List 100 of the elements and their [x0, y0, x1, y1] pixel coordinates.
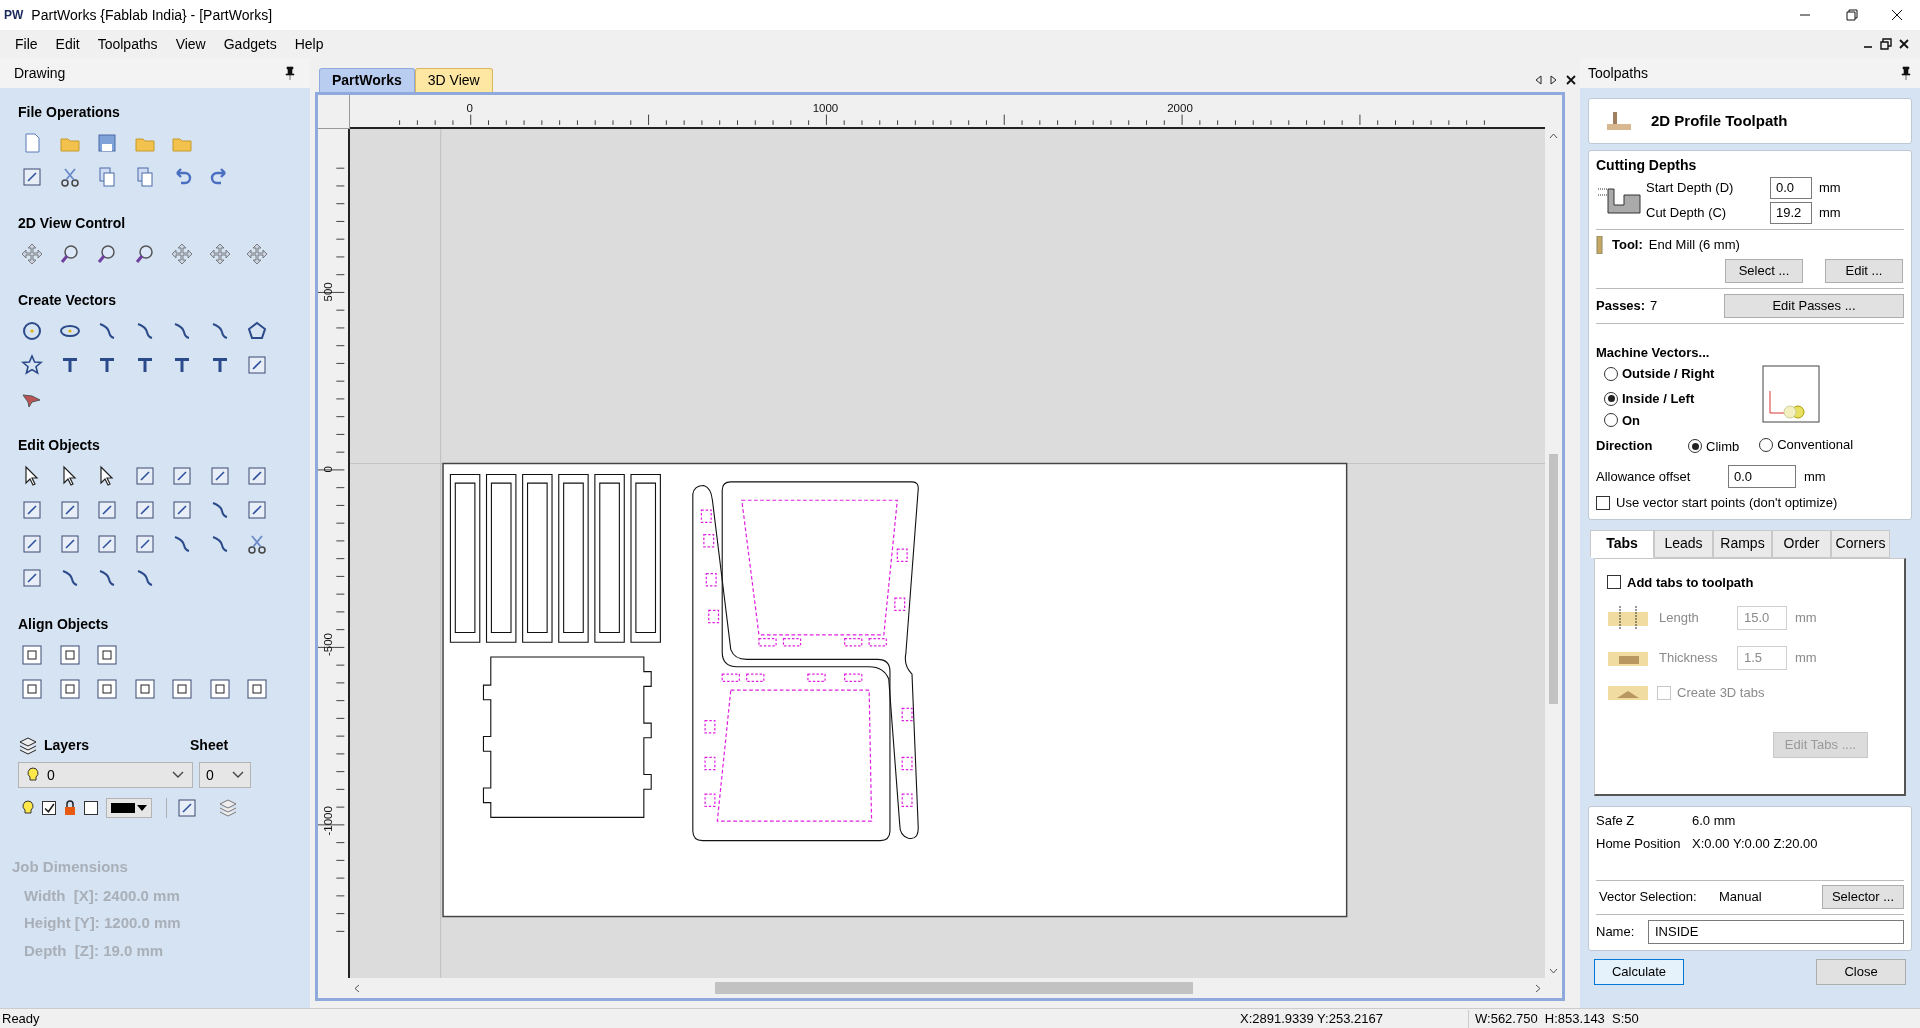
ruler-label: -500	[321, 633, 334, 656]
color-picker[interactable]	[106, 798, 152, 818]
radio-option[interactable]: Outside / Right	[1604, 364, 1715, 384]
scroll-right-icon[interactable]	[1535, 983, 1541, 993]
lock-icon[interactable]	[64, 800, 76, 816]
align-horizontal-icon[interactable]	[57, 643, 82, 667]
align-center-icon[interactable]	[20, 677, 44, 701]
info-value: 6.0 mm	[1692, 811, 1736, 830]
window-title: PartWorks {Fablab India} - [PartWorks]	[31, 5, 273, 25]
sheet-label: Sheet	[190, 736, 229, 755]
align-vertical-icon[interactable]	[95, 643, 119, 667]
button[interactable]: Selector ...	[1822, 884, 1904, 909]
document-tab[interactable]: PartWorks	[319, 68, 415, 92]
close-icon[interactable]	[1566, 75, 1576, 85]
menu-item[interactable]: Help	[285, 33, 333, 55]
document-tab[interactable]: 3D View	[414, 68, 493, 92]
button[interactable]: Edit ...	[1825, 258, 1903, 283]
name-input[interactable]: INSIDE	[1648, 919, 1904, 944]
settings-tab[interactable]: Tabs	[1590, 529, 1654, 558]
ruler-label: 2000	[1167, 102, 1193, 115]
align-top-icon[interactable]	[132, 677, 157, 701]
end-mill-icon	[1596, 235, 1604, 254]
button[interactable]: Close	[1816, 958, 1906, 985]
tool-value: End Mill (6 mm)	[1648, 236, 1740, 254]
tool-label: Tool:	[1612, 236, 1643, 254]
field-label: Cut Depth (C)	[1646, 203, 1728, 222]
bulb-icon	[27, 767, 39, 783]
align-horizontal-icon[interactable]	[207, 677, 232, 701]
sheet-dropdown[interactable]: 0	[199, 762, 251, 788]
scroll-thumb[interactable]	[715, 982, 1193, 994]
settings-tab[interactable]: Leads	[1654, 529, 1713, 558]
align-bottom-icon[interactable]	[170, 677, 194, 701]
unit-label: mm	[1795, 649, 1817, 668]
pan-icon[interactable]	[20, 242, 44, 266]
menu-item[interactable]: Gadgets	[214, 33, 286, 55]
align-left-icon[interactable]	[57, 677, 82, 701]
panel-title: Toolpaths	[1588, 63, 1648, 83]
field-label: Thickness	[1659, 649, 1719, 668]
app-logo: PW	[4, 7, 24, 24]
section-title: File Operations	[18, 103, 121, 122]
scroll-left-icon[interactable]	[1534, 75, 1542, 85]
checkbox[interactable]: Add tabs to toolpath	[1607, 572, 1892, 592]
info-label: Vector Selection:	[1599, 887, 1698, 906]
layer-dropdown[interactable]: 0	[18, 762, 193, 788]
job-dimension: Depth [Z]: 19.0 mm	[23, 940, 165, 961]
allowance-input[interactable]: 0.0	[1728, 465, 1796, 488]
section-title: Create Vectors	[18, 291, 118, 310]
align-vertical-icon[interactable]	[245, 677, 269, 701]
button[interactable]: Select ...	[1725, 258, 1803, 283]
depth-input[interactable]: 19.2	[1770, 201, 1812, 224]
menu-item[interactable]: Edit	[46, 33, 89, 55]
bulb-icon[interactable]	[22, 800, 34, 816]
radio-option[interactable]: Inside / Left	[1604, 389, 1695, 409]
ruler-label: 500	[321, 282, 334, 302]
circle-icon[interactable]	[20, 319, 44, 343]
radio-option[interactable]: Climb	[1688, 436, 1740, 456]
field-label: Allowance offset	[1596, 467, 1692, 486]
settings-tab[interactable]: Ramps	[1713, 529, 1772, 558]
radio-option[interactable]: Conventional	[1759, 434, 1854, 455]
button[interactable]: Edit Passes ...	[1724, 293, 1904, 318]
end-mill-icon	[1607, 110, 1633, 132]
job-dimension: Height [Y]: 1200.0 mm	[23, 913, 182, 933]
pin-icon[interactable]	[284, 66, 296, 80]
cut-preview-icon	[1762, 364, 1820, 423]
scroll-down-icon[interactable]	[1549, 968, 1558, 974]
depth-input[interactable]: 0.0	[1770, 176, 1812, 199]
section-title: Edit Objects	[18, 436, 101, 455]
close-icon[interactable]	[1898, 38, 1910, 50]
star-icon[interactable]	[20, 353, 44, 377]
menu-item[interactable]: File	[6, 33, 47, 55]
scroll-left-icon[interactable]	[354, 983, 360, 993]
unit-label: mm	[1819, 178, 1841, 197]
pin-icon[interactable]	[1900, 66, 1912, 80]
scroll-up-icon[interactable]	[1549, 133, 1558, 139]
settings-tab[interactable]: Corners	[1831, 529, 1890, 558]
passes-label: Passes:	[1596, 296, 1642, 315]
menu-item[interactable]: View	[166, 33, 215, 55]
panel-heading: 2D Profile Toolpath	[1651, 110, 1788, 131]
layers-label: Layers	[44, 736, 91, 755]
info-value: X:0.00 Y:0.00 Z:20.00	[1692, 835, 1818, 853]
scroll-thumb[interactable]	[1549, 454, 1558, 704]
info-label: Name:	[1596, 922, 1636, 941]
settings-tab[interactable]: Order	[1772, 529, 1831, 558]
info-label: Safe Z	[1596, 811, 1636, 830]
align-right-icon[interactable]	[95, 677, 119, 701]
radio-option[interactable]: On	[1604, 410, 1641, 430]
job-dimensions-title: Job Dimensions	[12, 857, 129, 877]
layer-stack-icon[interactable]	[217, 797, 239, 819]
restore-icon[interactable]	[1880, 38, 1892, 50]
chevron-down-icon	[172, 771, 184, 779]
save-icon[interactable]	[95, 131, 119, 155]
visible-checkbox[interactable]	[42, 801, 56, 815]
lock-checkbox[interactable]	[84, 801, 98, 815]
scroll-right-icon[interactable]	[1550, 75, 1558, 85]
checkbox[interactable]: Use vector start points (don't optimize)	[1596, 493, 1904, 513]
section-title: 2D View Control	[18, 214, 127, 233]
menu-item[interactable]: Toolpaths	[88, 33, 167, 55]
button[interactable]: Calculate	[1594, 958, 1684, 985]
align-center-icon[interactable]	[20, 643, 44, 667]
info-label: Home Position	[1596, 835, 1682, 853]
